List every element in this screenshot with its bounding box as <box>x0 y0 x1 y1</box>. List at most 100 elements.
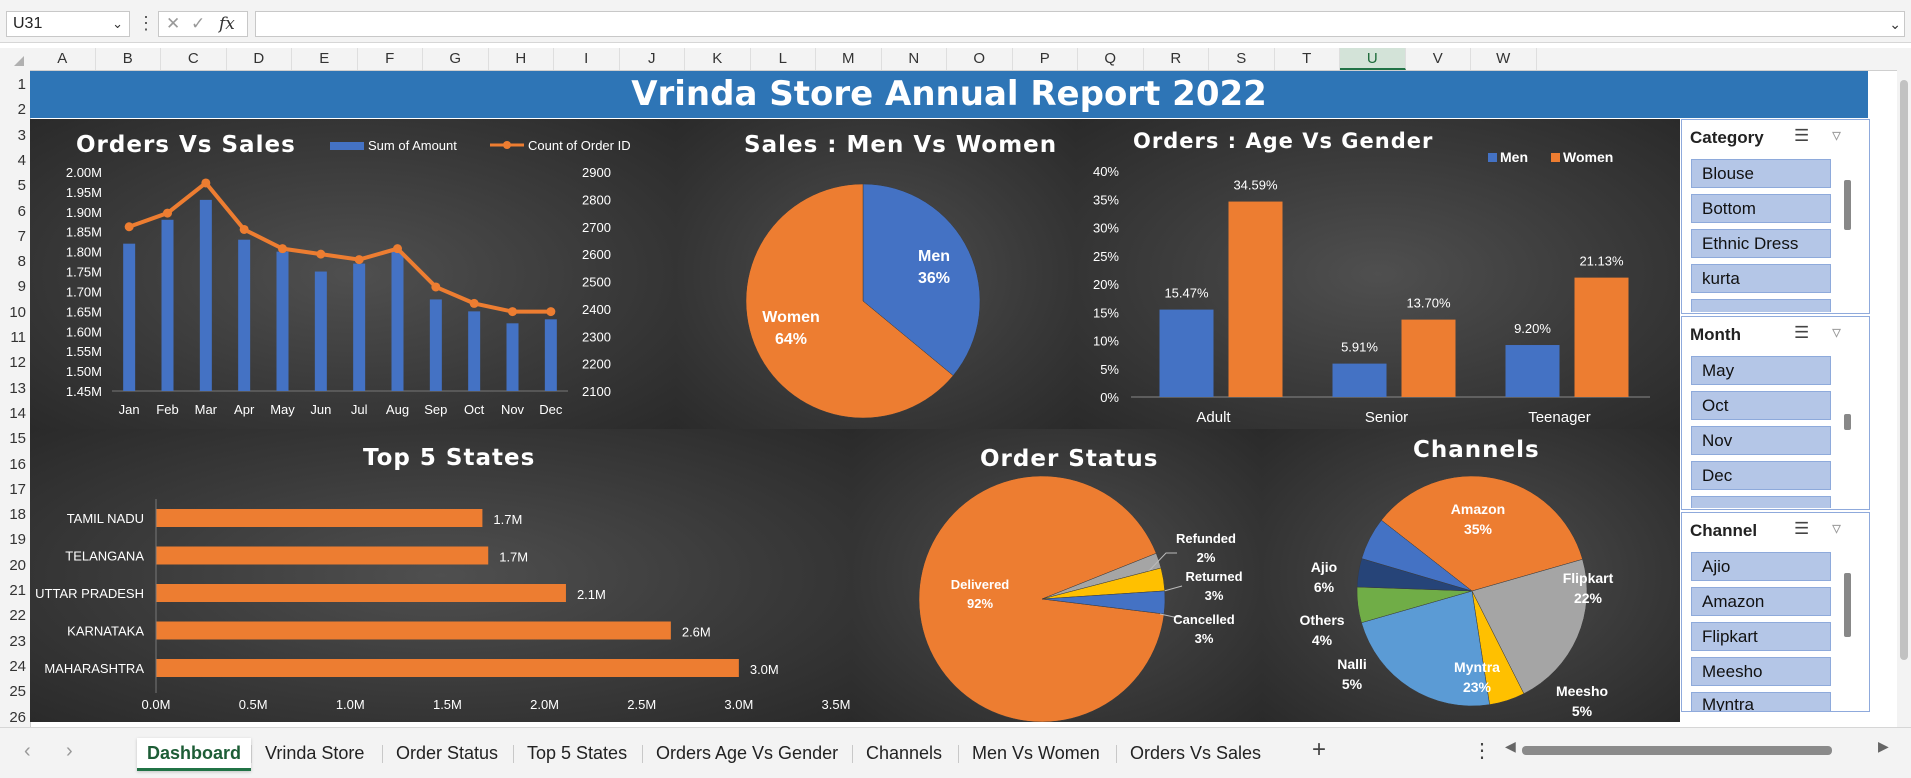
scroll-tabs-right-icon[interactable]: › <box>66 740 73 763</box>
column-header-r[interactable]: R <box>1144 48 1209 70</box>
sheet-tab[interactable]: Top 5 States <box>517 738 637 768</box>
sheet-tab[interactable]: Orders Vs Sales <box>1120 738 1271 768</box>
slicer-item[interactable]: Dec <box>1691 461 1831 490</box>
order-status-chart[interactable]: Order Status Delivered 92% Refunded 2% Retur… <box>852 429 1262 722</box>
row-header-5[interactable]: 5 <box>0 177 30 194</box>
scroll-left-icon[interactable]: ◀ <box>1505 738 1516 755</box>
column-header-i[interactable]: I <box>554 48 620 70</box>
men-vs-women-chart[interactable]: Sales : Men Vs Women Men 36% Women 64% <box>676 119 1076 429</box>
slicer-item[interactable]: Nov <box>1691 426 1831 455</box>
row-header-12[interactable]: 12 <box>0 354 30 371</box>
top-5-states-chart[interactable]: Top 5 States TAMIL NADU 1.7M TELANGANA 1.7M… <box>30 429 852 722</box>
slicer-item[interactable]: Ethnic Dress <box>1691 229 1831 258</box>
row-header-3[interactable]: 3 <box>0 127 30 144</box>
multi-select-icon[interactable]: ☰ <box>1794 519 1809 539</box>
row-header-19[interactable]: 19 <box>0 531 30 548</box>
clear-filter-icon[interactable]: ▿ <box>1832 518 1841 539</box>
insert-function-icon[interactable]: fx <box>219 12 235 36</box>
slicer-item[interactable]: Blouse <box>1691 159 1831 188</box>
select-all-corner[interactable] <box>0 48 30 70</box>
more-options-icon[interactable]: ⋮ <box>137 11 155 37</box>
column-header-h[interactable]: H <box>489 48 554 70</box>
column-header-d[interactable]: D <box>227 48 292 70</box>
column-header-s[interactable]: S <box>1209 48 1275 70</box>
row-header-15[interactable]: 15 <box>0 430 30 447</box>
row-header-10[interactable]: 10 <box>0 304 30 321</box>
sheet-tab[interactable]: Orders Age Vs Gender <box>646 738 848 768</box>
slicer-scrollbar[interactable] <box>1844 573 1851 637</box>
clear-filter-icon[interactable]: ▿ <box>1832 125 1841 146</box>
sheet-tab[interactable]: Dashboard <box>137 738 252 771</box>
row-header-16[interactable]: 16 <box>0 456 30 473</box>
column-header-c[interactable]: C <box>161 48 227 70</box>
slicer-item-partial[interactable] <box>1691 496 1831 508</box>
slicer-item-partial[interactable] <box>1691 299 1831 312</box>
column-header-f[interactable]: F <box>358 48 423 70</box>
column-header-l[interactable]: L <box>751 48 816 70</box>
vertical-scroll-thumb[interactable] <box>1900 80 1908 660</box>
row-header-1[interactable]: 1 <box>0 76 30 93</box>
row-header-11[interactable]: 11 <box>0 329 30 346</box>
slicer-item[interactable]: Ajio <box>1691 552 1831 581</box>
name-box[interactable]: U31 ⌄ <box>6 11 130 37</box>
row-header-23[interactable]: 23 <box>0 633 30 650</box>
row-header-9[interactable]: 9 <box>0 278 30 295</box>
row-header-17[interactable]: 17 <box>0 481 30 498</box>
sheet-tab[interactable]: Channels <box>856 738 952 768</box>
row-header-4[interactable]: 4 <box>0 152 30 169</box>
add-sheet-icon[interactable]: + <box>1312 736 1326 764</box>
slicer-item[interactable]: Meesho <box>1691 657 1831 686</box>
orders-vs-sales-chart[interactable]: Orders Vs Sales 1.45M 1.50M 1.55M 1.60M 1.65… <box>30 119 676 429</box>
row-header-18[interactable]: 18 <box>0 506 30 523</box>
clear-filter-icon[interactable]: ▿ <box>1832 322 1841 343</box>
column-header-b[interactable]: B <box>96 48 161 70</box>
slicer-scrollbar[interactable] <box>1844 180 1851 230</box>
channels-chart[interactable]: Channels Amazon 35% Flipkart 22% Meesho 5% Myn… <box>1262 429 1680 722</box>
row-header-6[interactable]: 6 <box>0 203 30 220</box>
row-header-21[interactable]: 21 <box>0 582 30 599</box>
column-header-t[interactable]: T <box>1275 48 1340 70</box>
chevron-down-icon[interactable]: ⌄ <box>112 12 123 36</box>
multi-select-icon[interactable]: ☰ <box>1794 126 1809 146</box>
column-header-v[interactable]: V <box>1406 48 1471 70</box>
column-header-g[interactable]: G <box>423 48 489 70</box>
check-icon[interactable]: ✓ <box>191 12 205 36</box>
expand-formula-icon[interactable]: ⌄ <box>1889 11 1901 37</box>
row-header-7[interactable]: 7 <box>0 228 30 245</box>
column-header-k[interactable]: K <box>685 48 751 70</box>
row-header-2[interactable]: 2 <box>0 101 30 118</box>
slicer-item[interactable]: Flipkart <box>1691 622 1831 651</box>
more-options-icon[interactable]: ⋮ <box>1472 738 1492 763</box>
age-vs-gender-chart[interactable]: Orders : Age Vs Gender 0% 5% 10% 15% 20% 25% 3… <box>1076 119 1680 429</box>
horizontal-scroll-thumb[interactable] <box>1522 746 1832 755</box>
scroll-right-icon[interactable]: ▶ <box>1878 738 1889 755</box>
channel-slicer[interactable]: Channel ☰ ▿ Ajio Amazon Flipkart Meesho … <box>1681 512 1870 712</box>
scroll-tabs-left-icon[interactable]: ‹ <box>24 740 31 763</box>
slicer-item[interactable]: Oct <box>1691 391 1831 420</box>
slicer-scrollbar[interactable] <box>1844 414 1851 430</box>
row-header-24[interactable]: 24 <box>0 658 30 675</box>
slicer-item-partial[interactable]: Myntra <box>1691 692 1831 711</box>
sheet-tab[interactable]: Vrinda Store <box>255 738 374 768</box>
slicer-item[interactable]: May <box>1691 356 1831 385</box>
category-slicer[interactable]: Category ☰ ▿ Blouse Bottom Ethnic Dress … <box>1681 119 1870 314</box>
sheet-tab[interactable]: Men Vs Women <box>962 738 1110 768</box>
column-header-w[interactable]: W <box>1471 48 1537 70</box>
column-header-j[interactable]: J <box>620 48 685 70</box>
column-header-p[interactable]: P <box>1013 48 1078 70</box>
formula-input[interactable] <box>255 11 1905 37</box>
slicer-item[interactable]: kurta <box>1691 264 1831 293</box>
row-header-8[interactable]: 8 <box>0 253 30 270</box>
column-header-n[interactable]: N <box>882 48 947 70</box>
month-slicer[interactable]: Month ☰ ▿ May Oct Nov Dec <box>1681 316 1870 510</box>
row-header-13[interactable]: 13 <box>0 380 30 397</box>
row-header-20[interactable]: 20 <box>0 557 30 574</box>
row-header-26[interactable]: 26 <box>0 709 30 726</box>
column-header-q[interactable]: Q <box>1078 48 1144 70</box>
row-header-22[interactable]: 22 <box>0 607 30 624</box>
column-header-o[interactable]: O <box>947 48 1013 70</box>
column-header-m[interactable]: M <box>816 48 882 70</box>
sheet-tab[interactable]: Order Status <box>386 738 508 768</box>
row-header-14[interactable]: 14 <box>0 405 30 422</box>
cancel-icon[interactable]: ✕ <box>166 12 180 36</box>
